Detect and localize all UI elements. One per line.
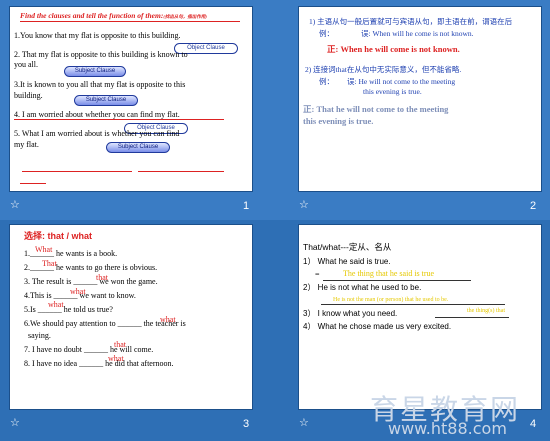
wrong-example: 误: He will not come to the meeting: [347, 77, 456, 86]
answer-4: what: [70, 287, 86, 296]
equals-sign: =: [315, 270, 320, 279]
slide-number: 4: [530, 418, 537, 430]
question-8: 8. I have no idea ______ he did that aft…: [24, 359, 174, 368]
answer-3: that: [96, 273, 108, 282]
wrong-example: 误: When will he come is not known.: [361, 29, 474, 38]
sentence-3: 3） I know what you need.: [303, 309, 398, 318]
slide-thumbnail-4[interactable]: That/what---定从、名从 1） What he said is tru…: [298, 224, 542, 410]
watermark-url: www.ht88.com: [388, 419, 507, 438]
rule-1: 1) 主语从句一般后置就可与宾语从句，即主语在前，谓语在后: [309, 17, 513, 26]
red-underline: [22, 171, 132, 172]
subject-clause-label: Subject Clause: [64, 66, 126, 77]
title-underline: [20, 21, 240, 22]
answer-underline: [321, 304, 505, 305]
slide-number: 3: [243, 418, 250, 430]
slide-thumbnail-2[interactable]: 1) 主语从句一般后置就可与宾语从句，即主语在前，谓语在后 例： 误: When…: [298, 6, 542, 192]
answer-2: That: [42, 259, 57, 268]
sentence-2: 2） He is not what he used to be.: [303, 283, 422, 292]
sentence-4: 4. I am worried about whether you can fi…: [14, 110, 180, 119]
wrong-example: this evening is true.: [363, 87, 422, 96]
red-underline: [14, 119, 224, 120]
correct-example: 正: That he will not come to the meeting: [303, 104, 449, 114]
example-label: 例：: [319, 77, 334, 86]
slide-number: 1: [243, 200, 250, 212]
answer-underline: [323, 280, 471, 281]
subject-clause-label: Subject Clause: [74, 95, 138, 106]
example-label: 例：: [319, 29, 334, 38]
red-underline: [20, 183, 46, 184]
answer-5: what: [48, 300, 64, 309]
red-underline: [138, 171, 224, 172]
sentence-2b: you all.: [14, 60, 38, 69]
slide-star-icon[interactable]: ☆: [299, 200, 309, 211]
slide-thumbnail-1[interactable]: Find the clauses and tell the function o…: [9, 6, 253, 192]
answer-8: what: [108, 354, 124, 363]
slide-number: 2: [530, 200, 537, 212]
question-7: 7. I have no doubt ______ he will come.: [24, 345, 154, 354]
slide1-title: Find the clauses and tell the function o…: [20, 11, 207, 20]
sentence-2a: 2. That my flat is opposite to this buil…: [14, 50, 188, 59]
sentence-1: 1） What he said is true.: [303, 257, 391, 266]
question-6b: saying.: [28, 331, 51, 340]
sentence-1: 1.You know that my flat is opposite to t…: [14, 31, 181, 40]
answer-7: that: [114, 340, 126, 349]
sentence-3a: 3.It is known to you all that my flat is…: [14, 80, 186, 89]
answer-1: What: [35, 245, 53, 254]
slide-star-icon[interactable]: ☆: [10, 418, 20, 429]
slide3-title: 选择: that / what: [24, 231, 92, 241]
sentence-5a: 5. What I am worried about is whether yo…: [14, 129, 180, 138]
slide4-title: That/what---定从、名从: [303, 242, 392, 252]
answer-underline: [435, 317, 509, 318]
rule-2: 2) 连接词that在从句中无实际意义，但不能省略.: [305, 65, 462, 74]
slide-star-icon[interactable]: ☆: [10, 200, 20, 211]
correct-example: this evening is true.: [303, 116, 374, 126]
answer-1: The thing that he said is true: [343, 269, 435, 278]
subject-clause-label: Subject Clause: [106, 142, 170, 153]
question-3: 3. The result is ______ we won the game.: [24, 277, 158, 286]
answer-6: what: [160, 315, 176, 324]
sentence-3b: building.: [14, 91, 43, 100]
correct-example: 正: When he will come is not known.: [327, 44, 460, 54]
slide-thumbnail-3[interactable]: 选择: that / what 1.______ he wants is a b…: [9, 224, 253, 410]
sentence-5b: my flat.: [14, 140, 39, 149]
sentence-4: 4） What he chose made us very excited.: [303, 322, 452, 331]
answer-3: the thing(s) that: [467, 308, 505, 314]
question-5: 5.Is ______ he told us true?: [24, 305, 113, 314]
slide-star-icon[interactable]: ☆: [299, 418, 309, 429]
